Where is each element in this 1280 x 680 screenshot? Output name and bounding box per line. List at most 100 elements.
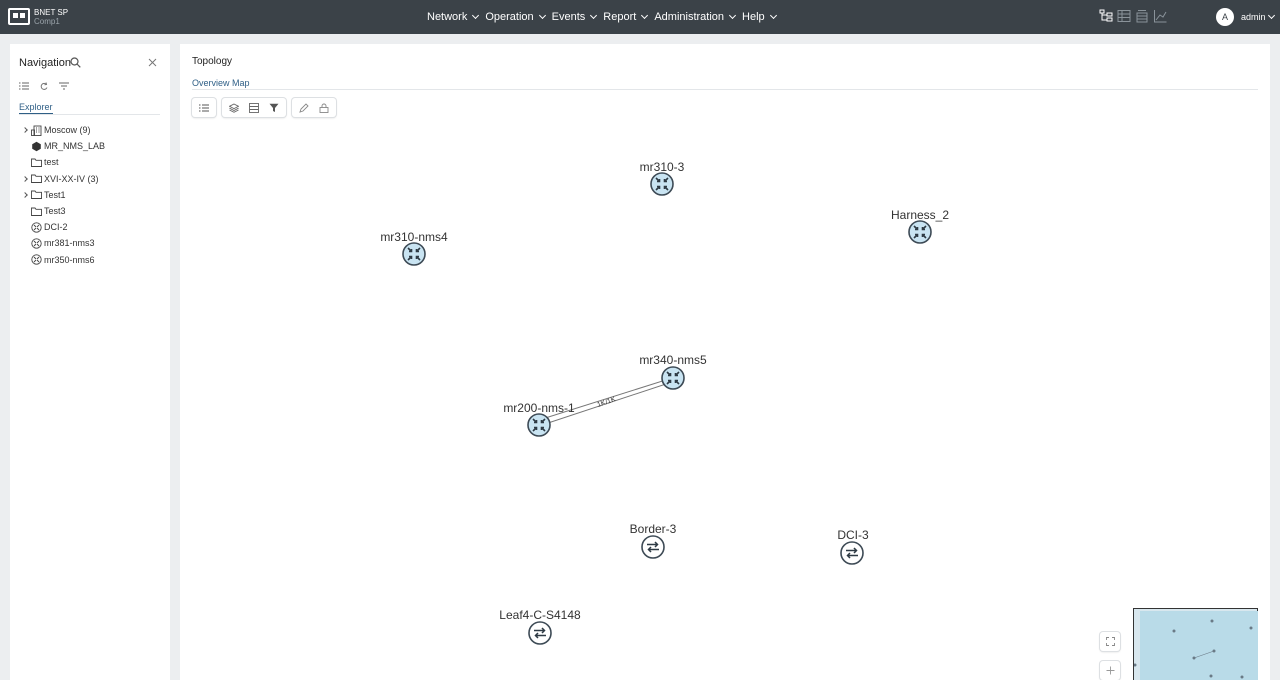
chevron-down-icon	[538, 11, 546, 20]
menu-events-label: Events	[551, 11, 586, 23]
chevron-down-icon	[641, 11, 649, 20]
fullscreen-icon	[1105, 637, 1115, 646]
switch-icon	[641, 535, 665, 559]
tree-item-test3[interactable]: Test3	[19, 203, 164, 219]
refresh-icon[interactable]	[39, 81, 49, 91]
menu-network-label: Network	[427, 11, 468, 23]
zoom-in-button[interactable]	[1100, 661, 1120, 680]
tree-item-label: Moscow (9)	[44, 125, 91, 136]
folder-icon	[31, 158, 42, 167]
tree-item-label: mr381-nms3	[44, 238, 95, 249]
topology-panel: Topology Overview Map 1K/1K mr310-3 Harn…	[180, 44, 1270, 680]
chevron-right-icon[interactable]	[19, 177, 31, 181]
menu-administration[interactable]: Administration	[654, 11, 737, 23]
tree-item-label: XVI-XX-IV (3)	[44, 173, 99, 184]
header-toolbar	[1099, 9, 1167, 23]
tree-item-mr381-nms3[interactable]: mr381-nms3	[19, 235, 164, 251]
node-harness-2[interactable]: Harness_2	[891, 208, 949, 244]
node-mr200-nms-1[interactable]: mr200-nms-1	[503, 401, 575, 437]
menu-operation[interactable]: Operation	[485, 11, 546, 23]
menu-report-label: Report	[603, 11, 637, 23]
tree-item-label: mr350-nms6	[44, 254, 95, 265]
filter-icon[interactable]	[59, 81, 69, 91]
router-icon	[31, 222, 42, 233]
search-icon[interactable]	[70, 57, 81, 68]
topology-map[interactable]: 1K/1K mr310-3 Harness_2 mr310-nms4 mr340…	[180, 44, 1270, 680]
node-label: Harness_2	[891, 208, 949, 222]
tree-item-label: MR_NMS_LAB	[44, 141, 106, 152]
user-menu[interactable]: admin	[1241, 11, 1275, 22]
switch-icon	[528, 621, 552, 645]
plus-icon	[1106, 666, 1114, 675]
chevron-down-icon	[728, 11, 737, 20]
navigation-panel: Navigation Explorer Moscow (9) MR_NMS_LA…	[10, 44, 170, 680]
menu-operation-label: Operation	[485, 11, 534, 23]
menu-help-label: Help	[742, 11, 765, 23]
tab-explorer[interactable]: Explorer	[19, 102, 53, 114]
chevron-down-icon	[472, 11, 480, 20]
router-icon	[661, 366, 685, 390]
chevron-down-icon	[590, 11, 598, 20]
menu-report[interactable]: Report	[603, 11, 649, 23]
menu-help[interactable]: Help	[742, 11, 777, 23]
brand-sub: Comp1	[34, 17, 60, 26]
brand-name: BNET SP	[34, 8, 69, 17]
router-icon	[31, 238, 42, 249]
menu-administration-label: Administration	[654, 11, 725, 23]
avatar[interactable]: A	[1216, 8, 1234, 26]
router-icon	[650, 172, 674, 196]
tree-item-test[interactable]: test	[19, 154, 164, 170]
archive-icon[interactable]	[1135, 9, 1149, 23]
user-name: admin	[1241, 12, 1266, 22]
node-mr340-nms5[interactable]: mr340-nms5	[639, 353, 707, 390]
menu-network[interactable]: Network	[427, 11, 480, 23]
company-logo[interactable]	[8, 8, 30, 25]
tree-item-mr-nms-lab[interactable]: MR_NMS_LAB	[19, 138, 164, 154]
fit-to-screen-button[interactable]	[1100, 632, 1120, 651]
navigation-toolbar	[19, 81, 69, 91]
explorer-tree: Moscow (9) MR_NMS_LAB test XVI-XX-IV (3)…	[19, 122, 164, 268]
tree-item-xvi-xx-iv[interactable]: XVI-XX-IV (3)	[19, 171, 164, 187]
tree-item-moscow[interactable]: Moscow (9)	[19, 122, 164, 138]
node-label: mr310-nms4	[380, 230, 448, 244]
menu-events[interactable]: Events	[551, 11, 598, 23]
tree-item-dci-2[interactable]: DCI-2	[19, 219, 164, 235]
router-icon	[31, 254, 42, 265]
building-icon	[31, 125, 42, 136]
link-label: 1K/1K	[596, 396, 617, 409]
minimap[interactable]	[1133, 608, 1258, 680]
chart-icon[interactable]	[1153, 9, 1167, 23]
close-icon[interactable]	[148, 58, 157, 67]
chevron-down-icon	[769, 11, 777, 20]
node-leaf4-c-s4148[interactable]: Leaf4-C-S4148	[499, 608, 581, 645]
tree-item-label: test	[44, 157, 59, 168]
node-mr310-nms4[interactable]: mr310-nms4	[380, 230, 448, 266]
tree-item-label: DCI-2	[44, 222, 68, 233]
node-border-3[interactable]: Border-3	[630, 522, 677, 559]
minimap-nodes	[1134, 619, 1253, 679]
node-dci-3[interactable]: DCI-3	[837, 528, 869, 565]
folder-icon	[31, 190, 42, 200]
router-icon	[527, 413, 551, 437]
node-mr310-3[interactable]: mr310-3	[640, 160, 685, 196]
router-icon	[402, 242, 426, 266]
topology-tree-icon[interactable]	[1099, 9, 1113, 23]
main-menu: Network Operation Events Report Administ…	[427, 0, 783, 34]
hexagon-icon	[32, 141, 41, 151]
node-label: Leaf4-C-S4148	[499, 608, 581, 622]
node-label: mr200-nms-1	[503, 401, 575, 415]
node-label: mr340-nms5	[639, 353, 707, 367]
chevron-right-icon[interactable]	[19, 128, 31, 132]
folder-icon	[31, 207, 42, 216]
node-label: mr310-3	[640, 160, 685, 174]
node-label: DCI-3	[837, 528, 869, 542]
table-icon[interactable]	[1117, 9, 1131, 23]
chevron-down-icon	[1267, 11, 1275, 20]
chevron-right-icon[interactable]	[19, 193, 31, 197]
node-label: Border-3	[630, 522, 677, 536]
tree-item-test1[interactable]: Test1	[19, 187, 164, 203]
tree-item-mr350-nms6[interactable]: mr350-nms6	[19, 252, 164, 268]
list-view-icon[interactable]	[19, 81, 29, 91]
top-bar: BNET SP Comp1 Network Operation Events R…	[0, 0, 1280, 34]
tree-item-label: Test1	[44, 189, 66, 200]
